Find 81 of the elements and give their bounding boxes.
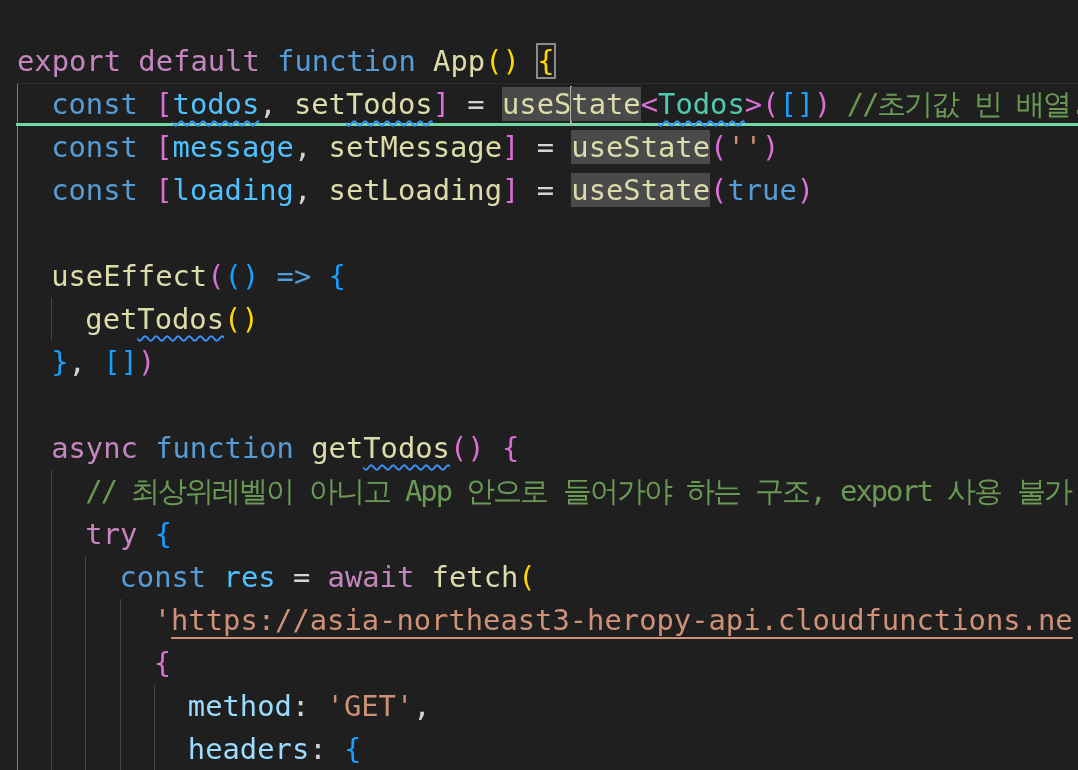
bracket: () bbox=[224, 302, 259, 336]
bracket: () bbox=[449, 431, 485, 465]
function-name: get bbox=[85, 302, 138, 336]
bracket: ( bbox=[518, 560, 536, 594]
string-literal: '' bbox=[727, 130, 763, 164]
punctuation: , bbox=[293, 173, 312, 207]
bracket: [ bbox=[154, 173, 173, 207]
bracket: () bbox=[485, 44, 521, 78]
bracket: ] bbox=[432, 87, 450, 121]
punctuation: = bbox=[466, 87, 486, 121]
bracket: [ bbox=[154, 87, 173, 121]
punctuation: : bbox=[309, 732, 327, 766]
punctuation: = bbox=[535, 173, 555, 207]
string-literal: ' bbox=[153, 603, 172, 637]
function-name: set bbox=[292, 87, 346, 121]
keyword: => bbox=[275, 259, 312, 293]
variable-name: res bbox=[222, 560, 276, 594]
function-name: useState bbox=[571, 173, 711, 207]
string-literal: 'GET' bbox=[325, 689, 414, 723]
keyword: const bbox=[51, 173, 138, 207]
function-name: Todos bbox=[363, 431, 450, 465]
function-name: App bbox=[432, 44, 486, 78]
code-comment: //초기값 빈 배열. bbox=[845, 87, 1078, 121]
function-name: Todos bbox=[345, 87, 433, 121]
function-name: setMessage bbox=[327, 130, 502, 164]
keyword: true bbox=[727, 173, 797, 207]
function-name: fetch bbox=[430, 560, 519, 594]
punctuation: , bbox=[413, 689, 431, 723]
keyword: await bbox=[326, 560, 415, 594]
keyword: async bbox=[51, 431, 138, 465]
bracket: < bbox=[640, 87, 659, 121]
punctuation: : bbox=[291, 689, 310, 723]
keyword: function bbox=[276, 44, 416, 78]
bracket: ] bbox=[502, 173, 520, 207]
function-name: useState bbox=[571, 130, 711, 164]
bracket: ) bbox=[137, 345, 156, 379]
bracket: { bbox=[342, 732, 362, 766]
property-name: headers bbox=[187, 732, 310, 766]
function-name: get bbox=[310, 431, 364, 465]
keyword: const bbox=[51, 130, 138, 164]
bracket: ) bbox=[762, 130, 780, 164]
bracket: [] bbox=[779, 87, 815, 121]
bracket: [] bbox=[102, 345, 138, 379]
bracket: ( bbox=[207, 259, 225, 293]
punctuation: = bbox=[535, 130, 555, 164]
type-name: Todos bbox=[658, 87, 745, 121]
code-comment: // 최상위레벨이 아니고 App 안으로 들어가야 하는 구조, export 사용 불가 bbox=[85, 474, 1071, 508]
function-name: Todos bbox=[137, 302, 225, 336]
bracket: ( bbox=[710, 130, 728, 164]
bracket: } bbox=[51, 345, 69, 379]
bracket: { bbox=[153, 517, 173, 551]
bracket: { bbox=[327, 259, 346, 293]
punctuation: , bbox=[293, 130, 312, 164]
function-name: useEffect bbox=[51, 259, 208, 293]
bracket: { bbox=[537, 44, 555, 78]
variable-name: loading bbox=[172, 173, 294, 207]
punctuation: , bbox=[68, 345, 86, 379]
property-name: method bbox=[187, 689, 292, 723]
bracket: >( bbox=[744, 87, 780, 121]
variable-name: message bbox=[172, 130, 294, 164]
keyword: try bbox=[85, 517, 138, 551]
function-name: tate bbox=[571, 87, 641, 121]
bracket: { bbox=[153, 646, 172, 680]
keyword: function bbox=[154, 431, 294, 465]
url-link[interactable]: https://asia-northeast3-heropy-api.cloudfunctions.ne bbox=[171, 603, 1073, 637]
bracket: ) bbox=[814, 87, 832, 121]
keyword: const bbox=[51, 87, 138, 121]
function-name: setLoading bbox=[327, 173, 502, 207]
function-name: useS bbox=[502, 87, 572, 121]
bracket: ] bbox=[502, 130, 520, 164]
bracket: ( bbox=[710, 173, 728, 207]
keyword: default bbox=[137, 44, 260, 78]
bracket: { bbox=[500, 431, 520, 465]
bracket: () bbox=[224, 259, 260, 293]
variable-name: todos bbox=[172, 87, 260, 121]
punctuation: = bbox=[291, 560, 311, 594]
punctuation: , bbox=[259, 87, 277, 121]
keyword: const bbox=[119, 560, 207, 594]
bracket: ) bbox=[796, 173, 815, 207]
keyword: export bbox=[17, 44, 122, 78]
bracket: [ bbox=[154, 130, 173, 164]
